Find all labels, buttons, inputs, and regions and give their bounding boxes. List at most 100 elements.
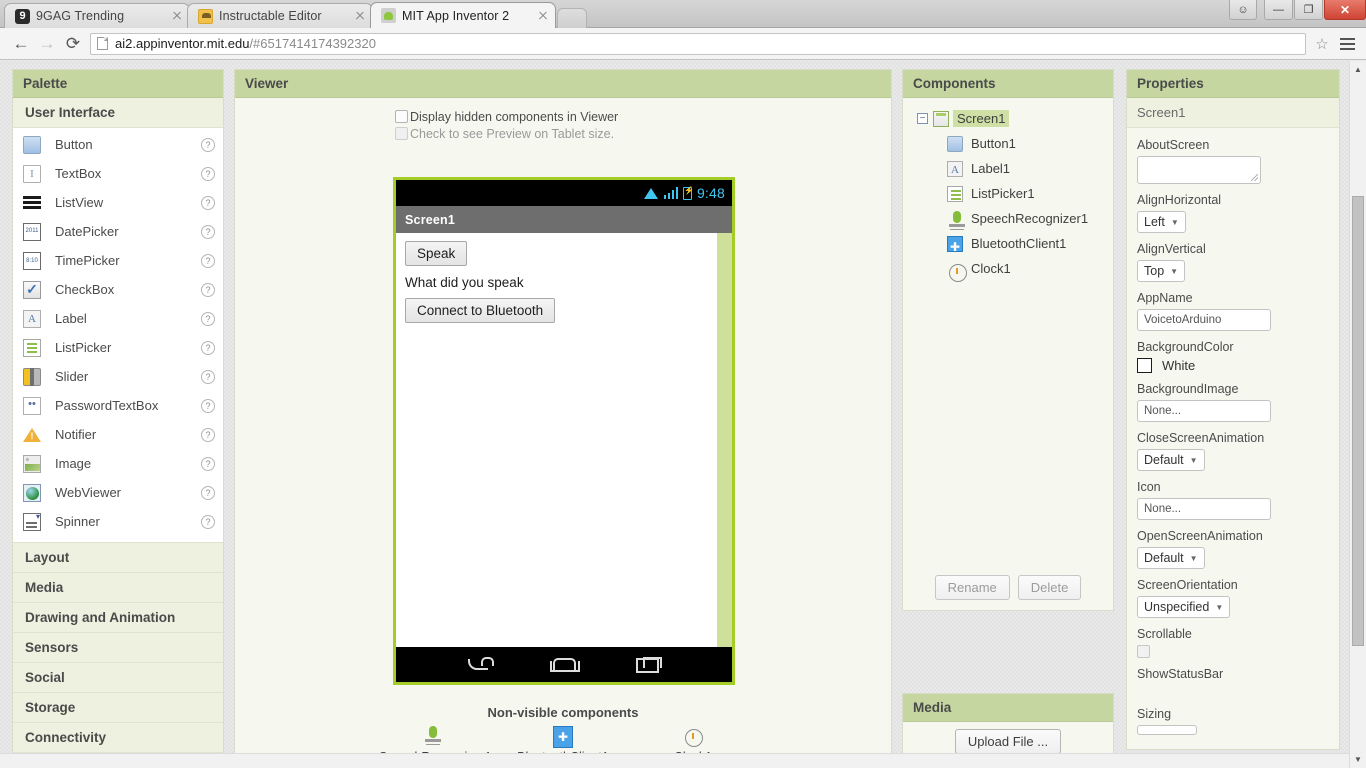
- help-icon[interactable]: ?: [201, 282, 215, 297]
- tab-title: Instructable Editor: [219, 9, 322, 23]
- palette-section-media[interactable]: Media: [13, 573, 223, 603]
- scroll-up-icon[interactable]: ▲: [1350, 61, 1366, 78]
- checkbox-icon[interactable]: [395, 127, 408, 140]
- palette-item-slider[interactable]: Slider ?: [13, 362, 223, 391]
- closescreenanimation-select[interactable]: Default ▼: [1137, 449, 1205, 471]
- components-panel: Components − Screen1 Button1 Label1 List…: [902, 69, 1114, 611]
- help-icon[interactable]: ?: [201, 456, 215, 471]
- palette-section-sensors[interactable]: Sensors: [13, 633, 223, 663]
- screen-scrollbar[interactable]: [717, 233, 732, 647]
- back-button[interactable]: ←: [8, 31, 34, 57]
- scrollbar-thumb[interactable]: [1352, 196, 1364, 646]
- help-icon[interactable]: ?: [201, 195, 215, 210]
- scroll-down-icon[interactable]: ▼: [1350, 751, 1366, 768]
- help-icon[interactable]: ?: [201, 137, 215, 152]
- help-icon[interactable]: ?: [201, 514, 215, 529]
- select-value: Default: [1144, 453, 1184, 467]
- sizing-select[interactable]: [1137, 725, 1197, 735]
- browser-tab-3[interactable]: MIT App Inventor 2: [370, 2, 556, 28]
- tree-item-listpicker1[interactable]: ListPicker1: [903, 181, 1113, 206]
- palette-item-spinner[interactable]: Spinner ?: [13, 507, 223, 536]
- help-icon[interactable]: ?: [201, 369, 215, 384]
- restore-button[interactable]: ❐: [1294, 0, 1323, 20]
- palette-section-layout[interactable]: Layout: [13, 543, 223, 573]
- scrollable-checkbox[interactable]: [1137, 645, 1150, 658]
- palette-item-listview[interactable]: ListView ?: [13, 188, 223, 217]
- forward-button[interactable]: →: [34, 31, 60, 57]
- preview-listpicker-connect-bluetooth[interactable]: Connect to Bluetooth: [405, 298, 556, 323]
- backgroundcolor-picker[interactable]: White: [1137, 358, 1329, 373]
- tree-item-clock1[interactable]: Clock1: [903, 256, 1113, 282]
- tree-item-screen1[interactable]: − Screen1: [903, 106, 1113, 131]
- help-icon[interactable]: ?: [201, 427, 215, 442]
- tree-item-label1[interactable]: Label1: [903, 156, 1113, 181]
- preview-label[interactable]: What did you speak: [405, 275, 732, 290]
- aboutscreen-textarea[interactable]: [1137, 156, 1261, 184]
- page-vertical-scrollbar[interactable]: ▲ ▼: [1349, 61, 1366, 768]
- palette-item-webviewer[interactable]: WebViewer ?: [13, 478, 223, 507]
- image-icon: [23, 454, 41, 473]
- palette-section-drawing-and-animation[interactable]: Drawing and Animation: [13, 603, 223, 633]
- new-tab-button[interactable]: [557, 8, 587, 28]
- slider-icon: [23, 367, 41, 386]
- palette-item-button[interactable]: Button ?: [13, 130, 223, 159]
- speech-recognizer-icon: [423, 726, 443, 748]
- screen-canvas[interactable]: Speak What did you speak Connect to Blue…: [396, 233, 732, 647]
- chrome-menu-button[interactable]: [1336, 37, 1358, 50]
- help-icon[interactable]: ?: [201, 311, 215, 326]
- rename-button[interactable]: Rename: [934, 575, 1010, 600]
- palette-item-label: Notifier: [55, 427, 97, 442]
- screenorientation-select[interactable]: Unspecified ▼: [1137, 596, 1231, 618]
- listpicker-icon: [947, 185, 963, 202]
- palette-item-listpicker[interactable]: ListPicker ?: [13, 333, 223, 362]
- appname-input[interactable]: VoicetoArduino: [1137, 309, 1271, 331]
- checkbox-icon[interactable]: [395, 110, 408, 123]
- help-icon[interactable]: ?: [201, 340, 215, 355]
- palette-item-passwordtextbox[interactable]: PasswordTextBox ?: [13, 391, 223, 420]
- tablet-preview-checkbox[interactable]: Check to see Preview on Tablet size.: [395, 125, 891, 142]
- palette-item-checkbox[interactable]: CheckBox ?: [13, 275, 223, 304]
- openscreenanimation-select[interactable]: Default ▼: [1137, 547, 1205, 569]
- address-bar[interactable]: ai2.appinventor.mit.edu/#651741417439232…: [90, 32, 1306, 55]
- close-icon[interactable]: [352, 8, 368, 24]
- close-icon[interactable]: [169, 8, 185, 24]
- preview-button-speak[interactable]: Speak: [405, 241, 468, 266]
- user-profile-button[interactable]: ☺: [1229, 0, 1257, 20]
- help-icon[interactable]: ?: [201, 224, 215, 239]
- browser-tab-2[interactable]: Instructable Editor: [187, 3, 373, 28]
- alignvertical-select[interactable]: Top ▼: [1137, 260, 1186, 282]
- tree-item-speechrecognizer1[interactable]: SpeechRecognizer1: [903, 206, 1113, 231]
- browser-tab-1[interactable]: 9GAG Trending: [4, 3, 190, 28]
- icon-input[interactable]: None...: [1137, 498, 1271, 520]
- collapse-icon[interactable]: −: [917, 113, 928, 124]
- display-hidden-components-checkbox[interactable]: Display hidden components in Viewer: [395, 108, 891, 125]
- page-horizontal-scrollbar[interactable]: [0, 753, 1349, 768]
- palette-item-image[interactable]: Image ?: [13, 449, 223, 478]
- palette-section-social[interactable]: Social: [13, 663, 223, 693]
- alignhorizontal-select[interactable]: Left ▼: [1137, 211, 1186, 233]
- palette-section-storage[interactable]: Storage: [13, 693, 223, 723]
- palette-section-connectivity[interactable]: Connectivity: [13, 723, 223, 753]
- palette-item-timepicker[interactable]: TimePicker ?: [13, 246, 223, 275]
- palette-item-label[interactable]: Label ?: [13, 304, 223, 333]
- tree-item-button1[interactable]: Button1: [903, 131, 1113, 156]
- help-icon[interactable]: ?: [201, 398, 215, 413]
- palette-section-user-interface[interactable]: User Interface: [13, 98, 223, 128]
- close-icon[interactable]: [535, 8, 551, 24]
- browser-toolbar: ← → ⟳ ai2.appinventor.mit.edu/#651741417…: [0, 28, 1366, 60]
- help-icon[interactable]: ?: [201, 485, 215, 500]
- palette-item-textbox[interactable]: TextBox ?: [13, 159, 223, 188]
- reload-button[interactable]: ⟳: [60, 31, 86, 57]
- palette-item-datepicker[interactable]: DatePicker ?: [13, 217, 223, 246]
- palette-item-label: ListView: [55, 195, 104, 210]
- backgroundimage-input[interactable]: None...: [1137, 400, 1271, 422]
- help-icon[interactable]: ?: [201, 253, 215, 268]
- palette-item-notifier[interactable]: Notifier ?: [13, 420, 223, 449]
- upload-file-button[interactable]: Upload File ...: [954, 729, 1062, 754]
- close-window-button[interactable]: ✕: [1324, 0, 1366, 20]
- minimize-button[interactable]: —: [1264, 0, 1293, 20]
- help-icon[interactable]: ?: [201, 166, 215, 181]
- bookmark-star-icon[interactable]: ☆: [1312, 35, 1332, 53]
- tree-item-bluetoothclient1[interactable]: BluetoothClient1: [903, 231, 1113, 256]
- delete-button[interactable]: Delete: [1017, 575, 1082, 600]
